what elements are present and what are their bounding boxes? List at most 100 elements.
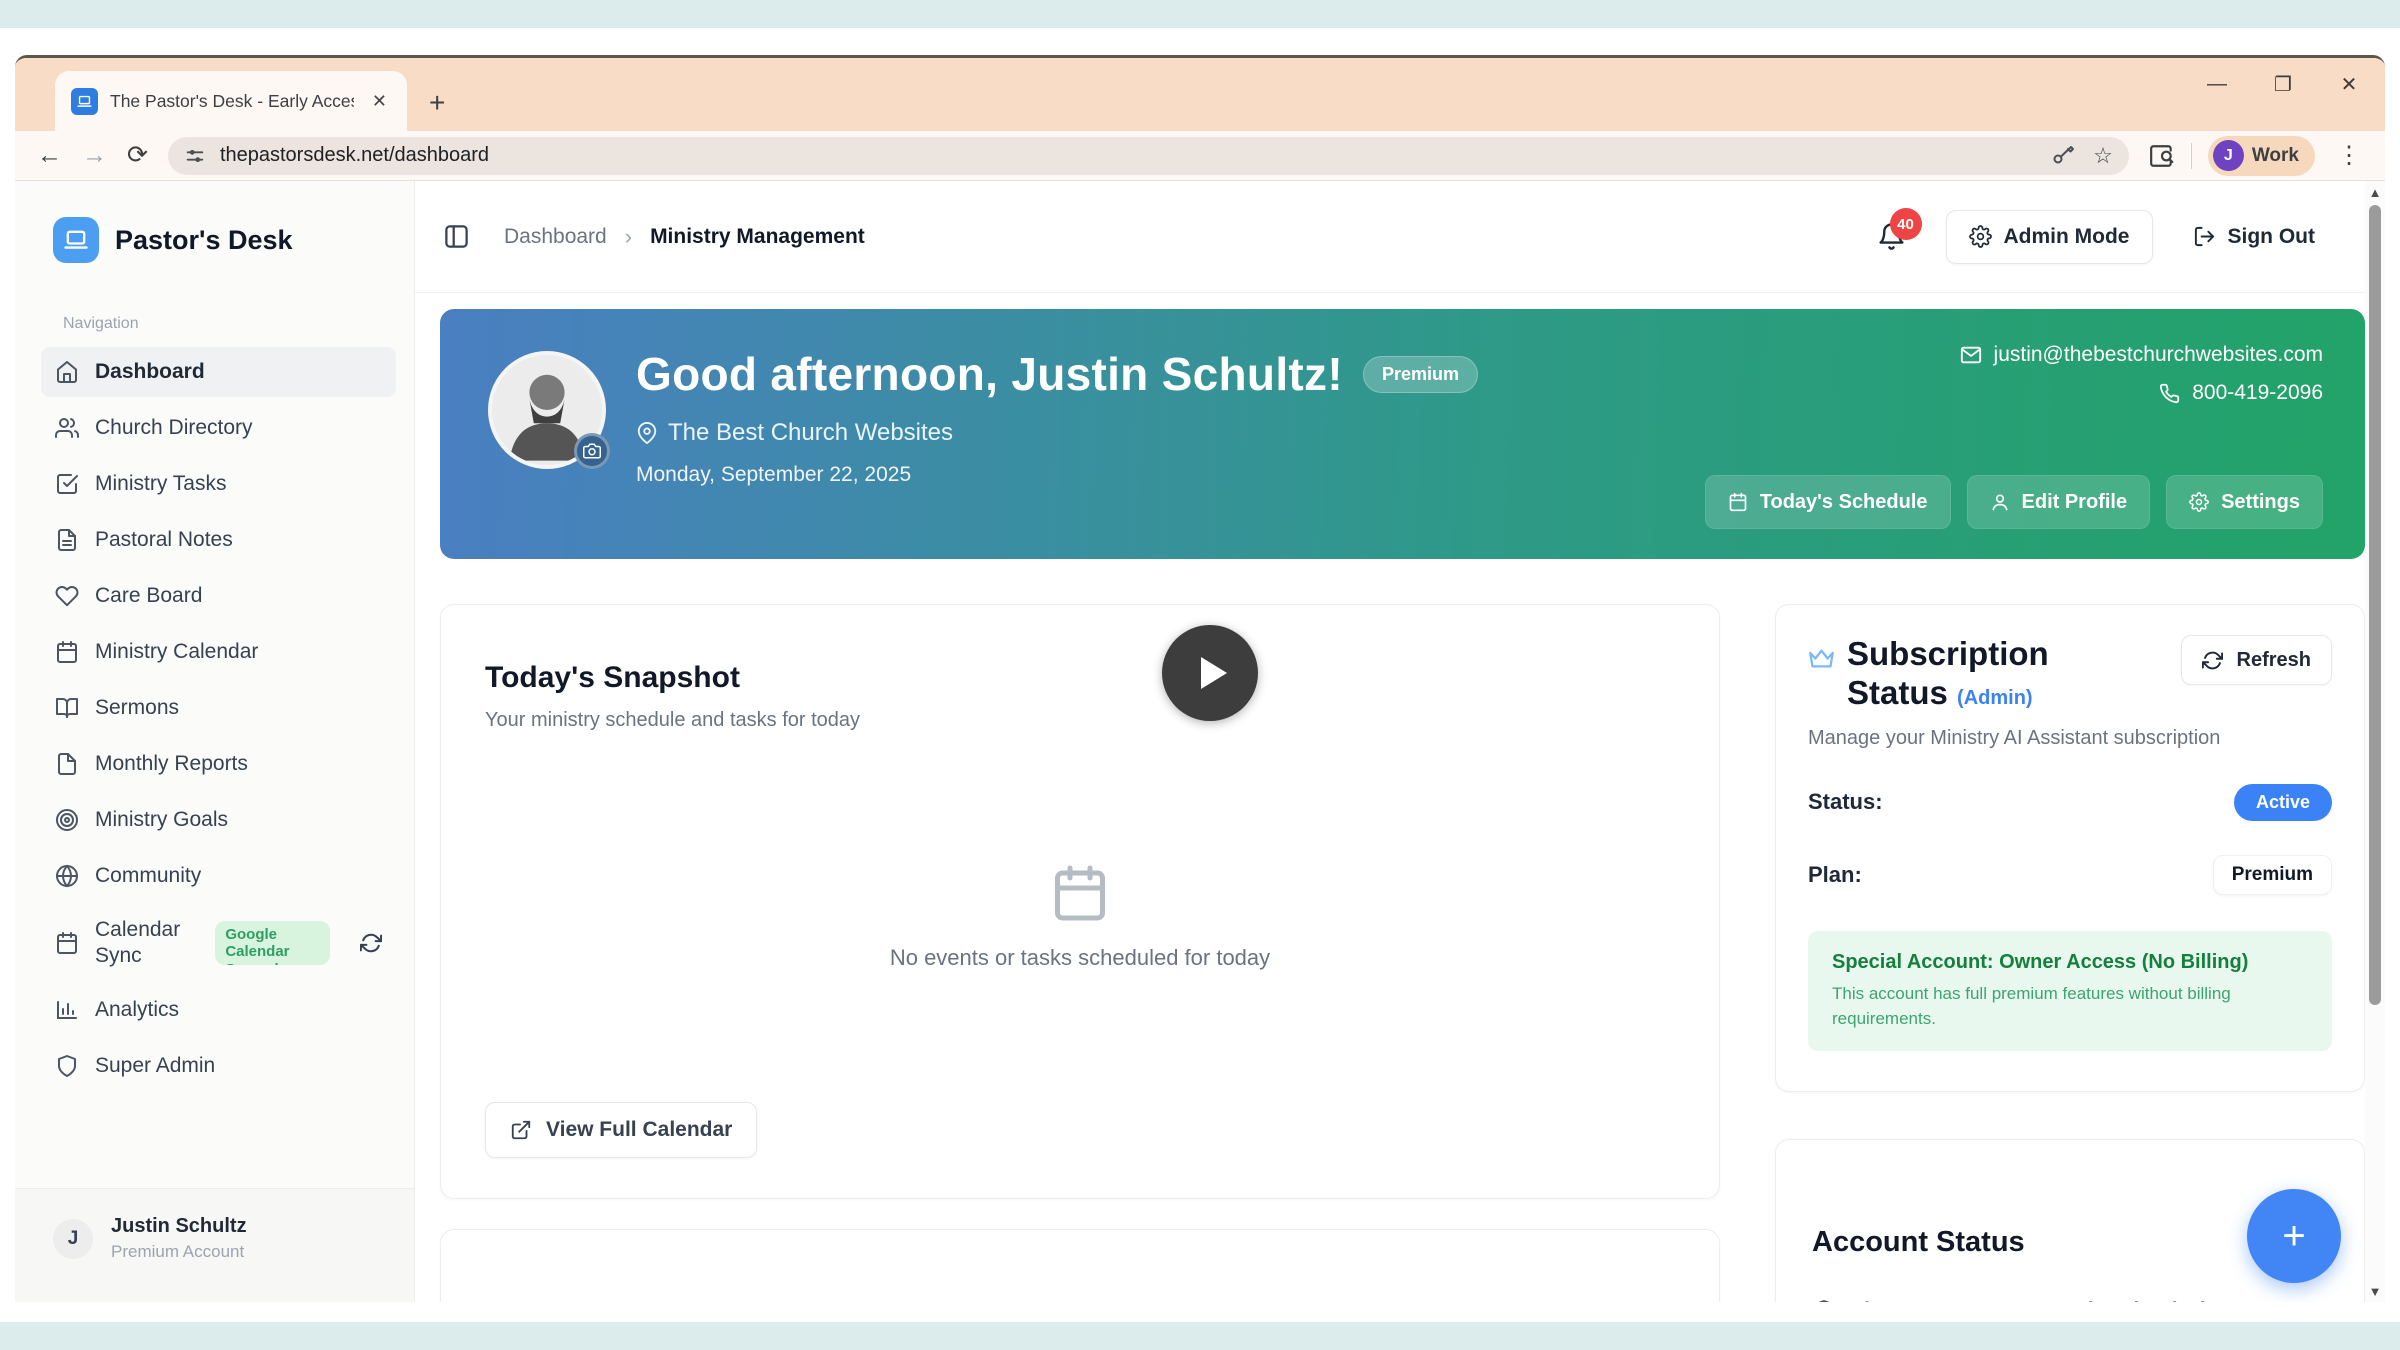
address-bar[interactable]: thepastorsdesk.net/dashboard ☆ (168, 137, 2129, 175)
mail-icon (1960, 344, 1982, 366)
browser-menu-icon[interactable]: ⋮ (2331, 141, 2367, 170)
reload-button[interactable]: ⟳ (127, 143, 148, 168)
sidebar-user-card[interactable]: J Justin Schultz Premium Account (15, 1188, 414, 1302)
video-play-button[interactable] (1162, 625, 1258, 721)
browser-profile-name: Work (2252, 145, 2299, 167)
side-panel-search-icon[interactable] (2149, 143, 2175, 169)
browser-profile-avatar: J (2213, 140, 2244, 171)
current-date: Monday, September 22, 2025 (636, 463, 1478, 487)
restore-button[interactable]: ❐ (2257, 72, 2309, 97)
special-account-notice: Special Account: Owner Access (No Billin… (1808, 931, 2332, 1051)
sidebar-item-label: Ministry Tasks (95, 472, 226, 496)
todays-snapshot-card: Today's Snapshot Your ministry schedule … (440, 604, 1720, 1199)
sidebar-item-label: Calendar Sync (95, 917, 199, 970)
edit-profile-label: Edit Profile (2022, 491, 2128, 514)
bookmark-star-icon[interactable]: ☆ (2093, 143, 2113, 169)
sidebar-item-label: Community (95, 864, 201, 888)
special-account-title: Special Account: Owner Access (No Billin… (1832, 951, 2308, 974)
tab-close-icon[interactable]: ✕ (366, 89, 393, 114)
admin-mode-label: Admin Mode (2004, 225, 2130, 249)
calendar-sync-status-badge: Google Calendar Synced (215, 921, 330, 965)
back-button[interactable]: ← (37, 143, 62, 168)
sidebar-item-label: Pastoral Notes (95, 528, 233, 552)
sidebar-item-ministry-calendar[interactable]: Ministry Calendar (41, 627, 396, 677)
scroll-up-icon[interactable]: ▲ (2369, 181, 2382, 203)
status-label: Status: (1808, 789, 1883, 815)
sidebar-item-label: Church Directory (95, 416, 253, 440)
new-tab-button[interactable]: + (429, 89, 445, 117)
account-plan-value: Premium (Active) (2035, 1299, 2208, 1302)
sidebar-item-ministry-tasks[interactable]: Ministry Tasks (41, 459, 396, 509)
refresh-label: Refresh (2237, 649, 2311, 672)
url-text[interactable]: thepastorsdesk.net/dashboard (220, 144, 2037, 167)
user-plan: Premium Account (111, 1242, 247, 1262)
admin-mode-button[interactable]: Admin Mode (1946, 210, 2153, 264)
sidebar-item-label: Care Board (95, 584, 202, 608)
calendar-icon (1728, 492, 1748, 512)
sidebar-item-super-admin[interactable]: Super Admin (41, 1041, 396, 1091)
todays-schedule-button[interactable]: Today's Schedule (1705, 475, 1951, 529)
page-content: Good afternoon, Justin Schultz! Premium … (415, 293, 2385, 1302)
crown-icon (1808, 645, 1835, 677)
breadcrumb-root[interactable]: Dashboard (504, 225, 607, 249)
globe-icon (55, 864, 79, 888)
sidebar-item-calendar-sync[interactable]: Calendar Sync Google Calendar Synced (41, 907, 396, 979)
sidebar-item-dashboard[interactable]: Dashboard (41, 347, 396, 397)
user-avatar: J (53, 1219, 93, 1259)
profile-photo[interactable] (488, 351, 606, 469)
sidebar-item-label: Analytics (95, 998, 179, 1022)
browser-profile-chip[interactable]: J Work (2208, 136, 2315, 176)
check-square-icon (55, 472, 79, 496)
sidebar-item-community[interactable]: Community (41, 851, 396, 901)
page-scrollbar[interactable]: ▲ ▼ (2365, 181, 2385, 1302)
todays-schedule-label: Today's Schedule (1760, 491, 1928, 514)
snapshot-subtitle: Your ministry schedule and tasks for tod… (485, 709, 1675, 732)
brand[interactable]: Pastor's Desk (15, 181, 414, 273)
sidebar-toggle-icon[interactable] (443, 223, 470, 250)
refresh-button[interactable]: Refresh (2181, 635, 2332, 685)
browser-tab-bar: The Pastor's Desk - Early Acces ✕ + — ❐ … (15, 58, 2385, 131)
sidebar-item-care-board[interactable]: Care Board (41, 571, 396, 621)
minimize-button[interactable]: — (2191, 73, 2243, 96)
floating-add-button[interactable]: + (2247, 1189, 2341, 1283)
forward-button[interactable]: → (82, 143, 107, 168)
book-open-icon (55, 696, 79, 720)
sidebar-item-sermons[interactable]: Sermons (41, 683, 396, 733)
sidebar-item-ministry-goals[interactable]: Ministry Goals (41, 795, 396, 845)
scroll-down-icon[interactable]: ▼ (2369, 1280, 2382, 1302)
subscription-subtitle: Manage your Ministry AI Assistant subscr… (1808, 727, 2332, 750)
user-name: Justin Schultz (111, 1215, 247, 1238)
edit-profile-button[interactable]: Edit Profile (1967, 475, 2151, 529)
user-email: justin@thebestchurchwebsites.com (1994, 343, 2323, 367)
sidebar-item-monthly-reports[interactable]: Monthly Reports (41, 739, 396, 789)
password-key-icon[interactable] (2051, 144, 2075, 168)
logout-icon (2193, 225, 2216, 248)
plan-label: Plan: (1808, 862, 1862, 888)
browser-window: The Pastor's Desk - Early Acces ✕ + — ❐ … (15, 55, 2385, 1302)
file-text-icon (55, 528, 79, 552)
camera-icon[interactable] (574, 433, 610, 469)
sign-out-button[interactable]: Sign Out (2183, 225, 2326, 249)
notifications-bell-icon[interactable]: 40 (1877, 222, 1906, 251)
gear-icon (1969, 225, 1992, 248)
desktop-edge-bottom (0, 1322, 2400, 1350)
view-full-calendar-label: View Full Calendar (546, 1118, 732, 1142)
sync-refresh-icon[interactable] (360, 932, 382, 954)
shield-icon (1812, 1299, 1836, 1302)
sidebar-item-church-directory[interactable]: Church Directory (41, 403, 396, 453)
sidebar-item-analytics[interactable]: Analytics (41, 985, 396, 1035)
plan-premium-badge: Premium (2213, 855, 2332, 895)
breadcrumb-chevron-icon: › (625, 224, 632, 250)
sidebar-nav: Dashboard Church Directory Ministry Task… (15, 347, 414, 1188)
app-root: Pastor's Desk Navigation Dashboard Churc… (15, 181, 2385, 1302)
sidebar-item-pastoral-notes[interactable]: Pastoral Notes (41, 515, 396, 565)
view-full-calendar-button[interactable]: View Full Calendar (485, 1102, 757, 1158)
tune-icon[interactable] (184, 145, 206, 167)
browser-tab[interactable]: The Pastor's Desk - Early Acces ✕ (55, 71, 407, 131)
settings-button[interactable]: Settings (2166, 475, 2323, 529)
account-plan-label: Plan: (1850, 1299, 1901, 1302)
close-window-button[interactable]: ✕ (2323, 72, 2375, 97)
greeting-banner: Good afternoon, Justin Schultz! Premium … (440, 309, 2365, 559)
scrollbar-thumb[interactable] (2369, 205, 2381, 1005)
bar-chart-icon (55, 998, 79, 1022)
